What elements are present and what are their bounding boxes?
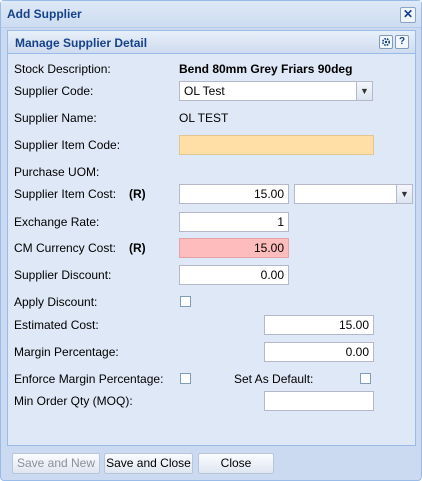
exchange-rate-input[interactable]: 1 (179, 212, 289, 232)
estimated-cost-input[interactable]: 15.00 (264, 315, 374, 335)
close-icon[interactable]: ✕ (400, 7, 416, 23)
chevron-down-icon[interactable]: ▼ (396, 185, 412, 203)
supplier-name-value: OL TEST (179, 111, 229, 125)
moq-label: Min Order Qty (MOQ): (14, 394, 133, 408)
cm-currency-cost-label: CM Currency Cost: (14, 241, 117, 255)
add-supplier-window: Add Supplier ✕ Manage Supplier Detail ? … (0, 0, 422, 481)
close-button[interactable]: Close (198, 453, 274, 474)
cm-currency-cost-required-marker: (R) (129, 241, 146, 255)
margin-percentage-input[interactable]: 0.00 (264, 342, 374, 362)
window-title: Add Supplier (7, 7, 82, 21)
stock-description-value: Bend 80mm Grey Friars 90deg (179, 62, 353, 76)
set-as-default-label: Set As Default: (234, 372, 314, 386)
supplier-code-value: OL Test (184, 84, 225, 98)
supplier-name-label: Supplier Name: (14, 111, 97, 125)
panel-header: Manage Supplier Detail ? (8, 31, 415, 54)
supplier-code-combo[interactable]: OL Test ▼ (179, 81, 373, 101)
supplier-item-cost-input[interactable]: 15.00 (179, 184, 289, 204)
chevron-down-icon[interactable]: ▼ (356, 82, 372, 100)
window-titlebar[interactable]: Add Supplier ✕ (1, 1, 421, 28)
panel-title: Manage Supplier Detail (15, 36, 148, 50)
stock-description-label: Stock Description: (14, 62, 111, 76)
moq-input[interactable] (264, 391, 374, 411)
supplier-code-label: Supplier Code: (14, 84, 94, 98)
supplier-item-code-input[interactable] (179, 135, 374, 155)
currency-combo[interactable]: ▼ (294, 184, 413, 204)
cm-currency-cost-input[interactable]: 15.00 (179, 238, 289, 258)
enforce-margin-checkbox[interactable] (180, 373, 191, 384)
margin-percentage-label: Margin Percentage: (14, 345, 119, 359)
purchase-uom-label: Purchase UOM: (14, 165, 100, 179)
supplier-item-cost-label: Supplier Item Cost: (14, 187, 117, 201)
apply-discount-checkbox[interactable] (180, 296, 191, 307)
supplier-item-code-label: Supplier Item Code: (14, 138, 121, 152)
supplier-item-cost-required-marker: (R) (129, 187, 146, 201)
apply-discount-label: Apply Discount: (14, 295, 98, 309)
gear-icon[interactable] (379, 35, 393, 49)
set-as-default-checkbox[interactable] (360, 373, 371, 384)
exchange-rate-label: Exchange Rate: (14, 215, 100, 229)
save-and-new-button[interactable]: Save and New (12, 453, 100, 474)
supplier-discount-label: Supplier Discount: (14, 268, 112, 282)
save-and-close-button[interactable]: Save and Close (104, 453, 193, 474)
enforce-margin-label: Enforce Margin Percentage: (14, 372, 164, 386)
help-icon[interactable]: ? (395, 35, 409, 49)
supplier-discount-input[interactable]: 0.00 (179, 265, 289, 285)
estimated-cost-label: Estimated Cost: (14, 318, 99, 332)
